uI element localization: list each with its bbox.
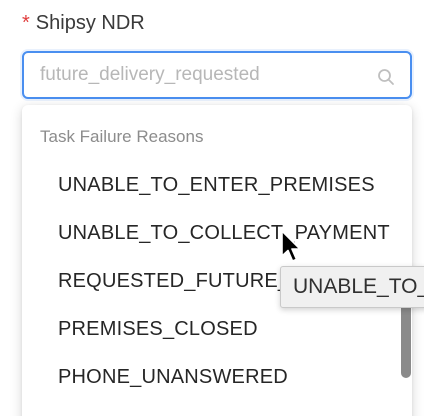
option-tooltip: UNABLE_TO_	[280, 266, 424, 308]
option-premises-closed[interactable]: PREMISES_CLOSED	[22, 305, 412, 353]
dropdown-scrollbar-thumb[interactable]	[401, 300, 411, 378]
mouse-pointer-icon	[281, 230, 301, 262]
search-icon	[376, 67, 396, 87]
required-marker: *	[22, 12, 30, 34]
dropdown-menu: Task Failure Reasons UNABLE_TO_ENTER_PRE…	[22, 105, 412, 416]
option-group-title: Task Failure Reasons	[40, 127, 204, 146]
option-unable-to-enter-premises[interactable]: UNABLE_TO_ENTER_PREMISES	[22, 161, 412, 209]
field-label: * Shipsy NDR	[22, 8, 145, 38]
ndr-select-input[interactable]: future_delivery_requested	[22, 51, 412, 99]
option-unable-to-collect-payment[interactable]: UNABLE_TO_COLLECT_PAYMENT	[22, 209, 412, 257]
option-phone-unanswered[interactable]: PHONE_UNANSWERED	[22, 353, 412, 401]
select-value-text: future_delivery_requested	[40, 64, 260, 85]
field-label-text: Shipsy NDR	[35, 12, 145, 34]
screen: * Shipsy NDR future_delivery_requested Ta…	[0, 0, 424, 416]
